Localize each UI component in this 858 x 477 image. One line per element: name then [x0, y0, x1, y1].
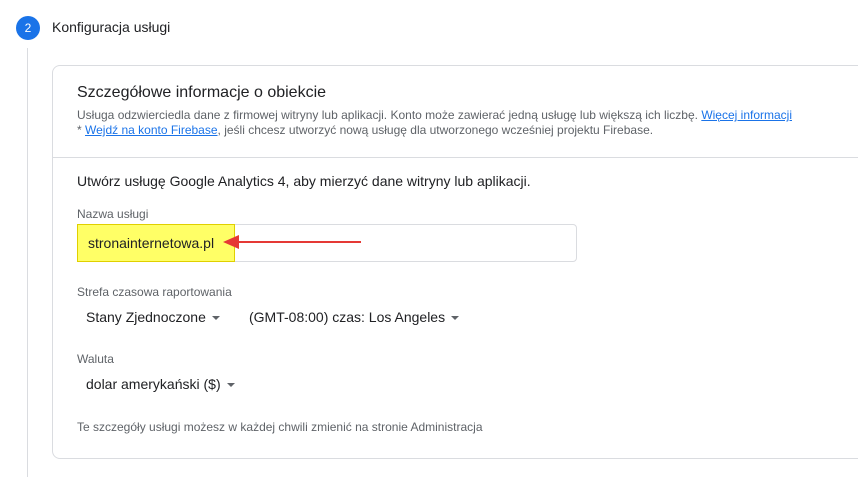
currency-label: Waluta [77, 352, 114, 366]
firebase-note-prefix: * [77, 123, 86, 137]
property-setup-page: 2 Konfiguracja usługi Szczegółowe inform… [0, 0, 858, 477]
country-caret-icon [211, 316, 220, 321]
timezone-value: (GMT-08:00) czas: Los Angeles [249, 309, 446, 325]
timezone-dropdown[interactable]: (GMT-08:00) czas: Los Angeles [249, 309, 460, 325]
card-header: Szczegółowe informacje o obiekcie Usługa… [53, 66, 858, 158]
footer-note: Te szczegóły usługi możesz w każdej chwi… [77, 420, 483, 434]
step-connector-line [27, 48, 28, 477]
country-dropdown[interactable]: Stany Zjednoczone [86, 309, 220, 325]
red-arrow-annotation [223, 235, 361, 249]
firebase-note-text: , jeśli chcesz utworzyć nową usługę dla … [217, 123, 654, 137]
property-name-value: stronainternetowa.pl [88, 235, 215, 251]
card-description-text: Usługa odzwierciedla dane z firmowej wit… [77, 108, 698, 122]
step-title: Konfiguracja usługi [52, 19, 171, 35]
country-value: Stany Zjednoczone [86, 309, 206, 325]
timezone-label: Strefa czasowa raportowania [77, 285, 232, 299]
step-number-badge: 2 [16, 16, 40, 40]
currency-value: dolar amerykański ($) [86, 376, 221, 392]
currency-caret-icon [226, 383, 235, 388]
card-description: Usługa odzwierciedla dane z firmowej wit… [77, 108, 792, 138]
card-title: Szczegółowe informacje o obiekcie [77, 84, 327, 101]
timezone-caret-icon [451, 316, 460, 321]
currency-dropdown[interactable]: dolar amerykański ($) [86, 376, 235, 392]
form-intro-text: Utwórz usługę Google Analytics 4, aby mi… [77, 173, 531, 189]
more-info-link[interactable]: Więcej informacji [701, 108, 792, 122]
firebase-account-link[interactable]: Wejdź na konto Firebase [85, 123, 218, 137]
property-details-card: Szczegółowe informacje o obiekcie Usługa… [52, 65, 858, 459]
property-name-label: Nazwa usługi [77, 207, 149, 221]
